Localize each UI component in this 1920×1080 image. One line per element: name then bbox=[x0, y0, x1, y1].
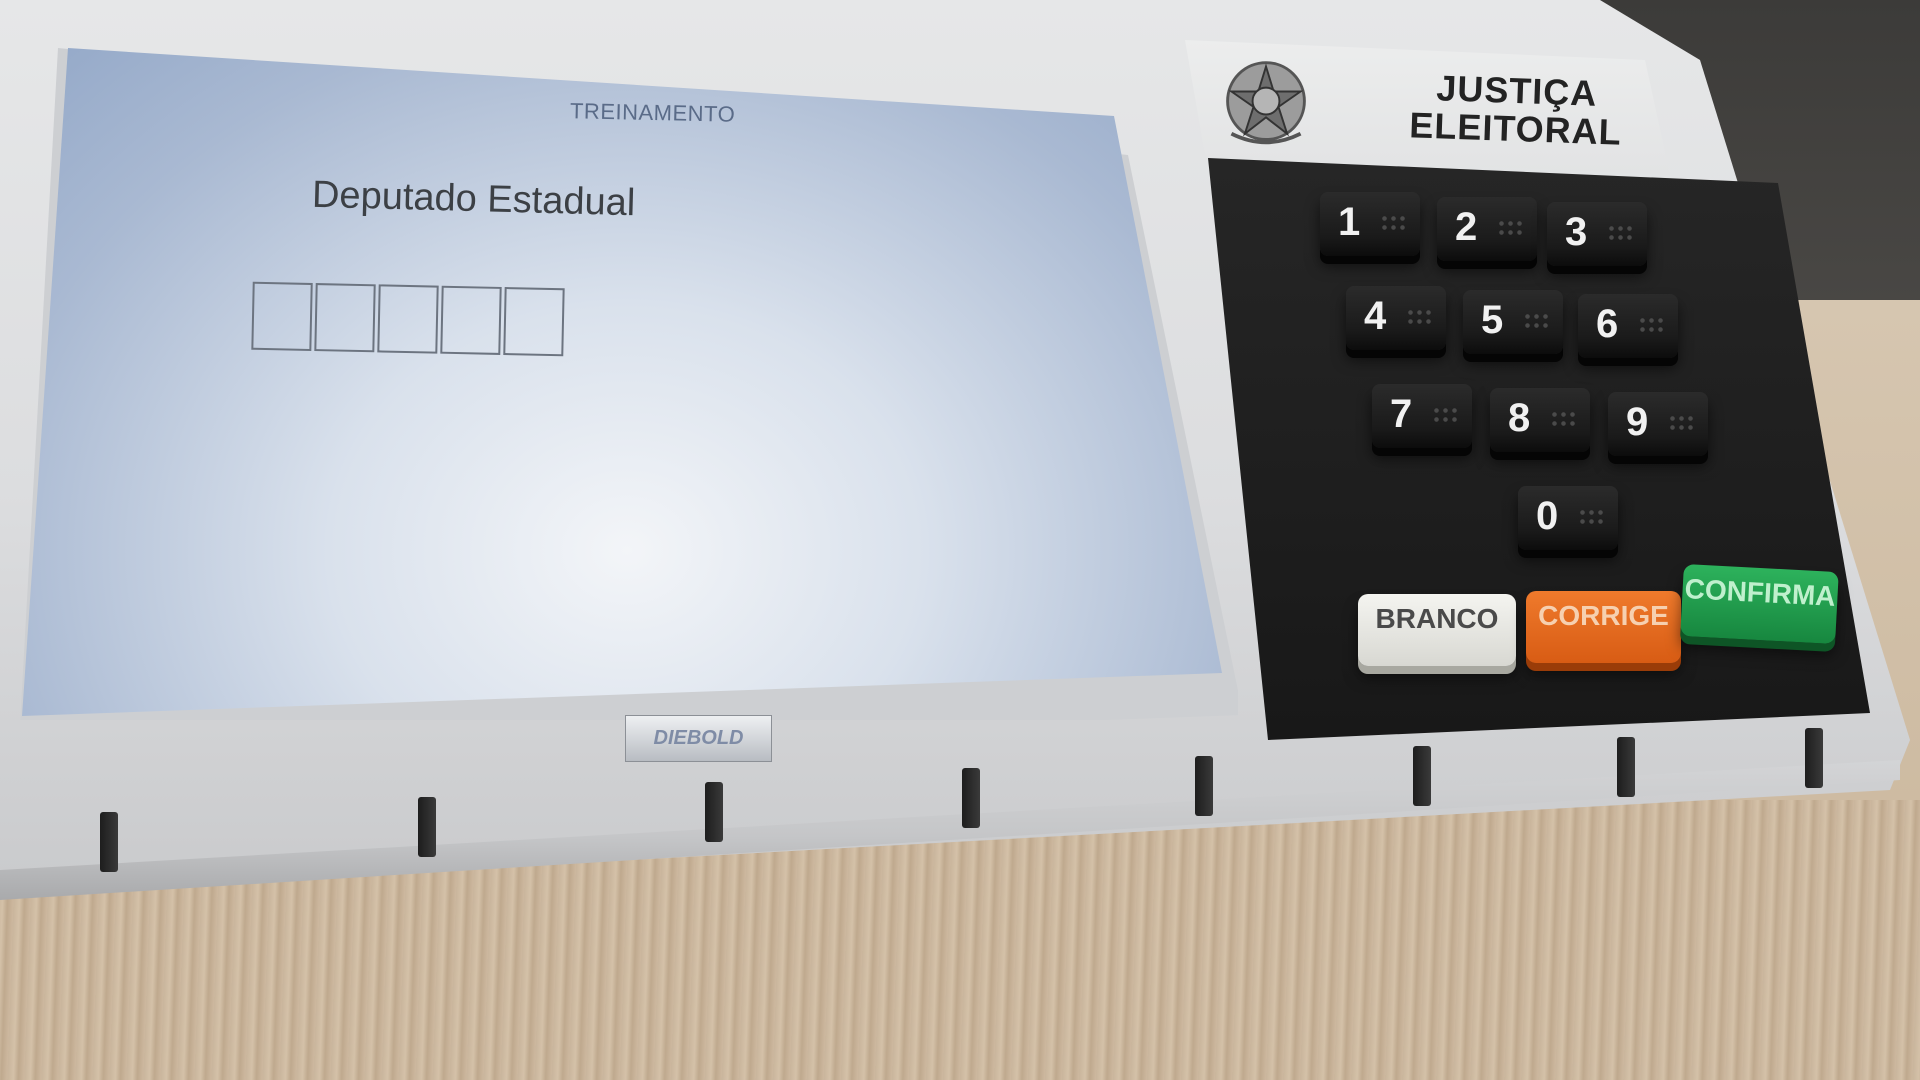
candidate-number-fields bbox=[251, 281, 565, 357]
brazil-coat-of-arms-icon bbox=[1226, 61, 1306, 145]
ventilation-slot bbox=[418, 797, 436, 857]
confirma-button[interactable]: CONFIRMA bbox=[1680, 563, 1839, 645]
key-9-label: 9 bbox=[1626, 400, 1649, 444]
candidate-digit-box bbox=[440, 285, 502, 355]
candidate-digit-box bbox=[503, 287, 565, 357]
braille-icon bbox=[1638, 316, 1664, 336]
braille-icon bbox=[1497, 219, 1523, 239]
key-9[interactable]: 9 bbox=[1608, 392, 1708, 456]
braille-icon bbox=[1668, 414, 1694, 434]
voting-screen bbox=[22, 48, 1222, 716]
braille-icon bbox=[1380, 214, 1406, 234]
key-4[interactable]: 4 bbox=[1346, 286, 1446, 350]
key-7[interactable]: 7 bbox=[1372, 384, 1472, 448]
ventilation-slot bbox=[100, 812, 118, 872]
key-3-label: 3 bbox=[1565, 210, 1588, 254]
key-6[interactable]: 6 bbox=[1578, 294, 1678, 358]
candidate-digit-box bbox=[314, 283, 376, 353]
ventilation-slot bbox=[705, 782, 723, 842]
key-0-label: 0 bbox=[1536, 494, 1559, 538]
key-2-label: 2 bbox=[1455, 205, 1478, 249]
key-5-label: 5 bbox=[1481, 298, 1504, 342]
ventilation-slot bbox=[1413, 746, 1431, 806]
ventilation-slot bbox=[1617, 737, 1635, 797]
voting-machine-scene: TREINAMENTO Deputado Estadual DIEBOLD JU… bbox=[0, 0, 1920, 1080]
key-7-label: 7 bbox=[1390, 392, 1413, 436]
manufacturer-plate: DIEBOLD bbox=[625, 715, 772, 762]
braille-icon bbox=[1432, 406, 1458, 426]
ventilation-slot bbox=[1805, 728, 1823, 788]
training-mode-label: TREINAMENTO bbox=[569, 98, 736, 127]
branco-button[interactable]: BRANCO bbox=[1358, 594, 1516, 666]
key-4-label: 4 bbox=[1364, 294, 1387, 338]
key-6-label: 6 bbox=[1596, 302, 1619, 346]
ventilation-slot bbox=[1195, 756, 1213, 816]
key-5[interactable]: 5 bbox=[1463, 290, 1563, 354]
candidate-digit-box bbox=[377, 284, 439, 354]
key-2[interactable]: 2 bbox=[1437, 197, 1537, 261]
braille-icon bbox=[1523, 312, 1549, 332]
office-title: Deputado Estadual bbox=[311, 173, 636, 225]
key-8[interactable]: 8 bbox=[1490, 388, 1590, 452]
braille-icon bbox=[1406, 308, 1432, 328]
ventilation-slot bbox=[962, 768, 980, 828]
authority-line-eleitoral: ELEITORAL bbox=[1408, 104, 1623, 153]
key-1[interactable]: 1 bbox=[1320, 192, 1420, 256]
authority-title: JUSTIÇA ELEITORAL bbox=[1408, 67, 1624, 153]
braille-icon bbox=[1607, 224, 1633, 244]
braille-icon bbox=[1578, 508, 1604, 528]
candidate-digit-box bbox=[251, 281, 313, 351]
corrige-button[interactable]: CORRIGE bbox=[1526, 591, 1681, 663]
key-8-label: 8 bbox=[1508, 396, 1531, 440]
key-3[interactable]: 3 bbox=[1547, 202, 1647, 266]
key-0[interactable]: 0 bbox=[1518, 486, 1618, 550]
braille-icon bbox=[1550, 410, 1576, 430]
key-1-label: 1 bbox=[1338, 200, 1361, 244]
